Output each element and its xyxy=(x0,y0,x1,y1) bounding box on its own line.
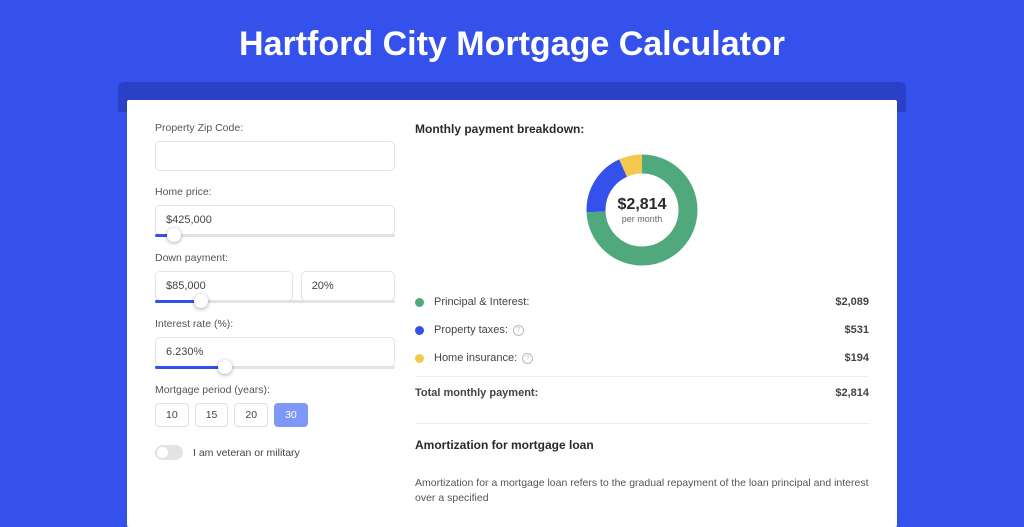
down-payment-group: Down payment: xyxy=(155,252,395,303)
dot-taxes-icon xyxy=(415,326,424,335)
zip-field-group: Property Zip Code: xyxy=(155,122,395,171)
dot-principal-icon xyxy=(415,298,424,307)
interest-rate-group: Interest rate (%): xyxy=(155,318,395,369)
legend-total-value: $2,814 xyxy=(835,387,869,399)
home-price-group: Home price: xyxy=(155,186,395,237)
veteran-toggle-knob xyxy=(157,447,168,458)
legend-taxes-label: Property taxes: ? xyxy=(434,324,845,336)
down-payment-label: Down payment: xyxy=(155,252,395,264)
home-price-slider-thumb[interactable] xyxy=(167,228,181,242)
donut-sub: per month xyxy=(618,214,667,224)
divider xyxy=(415,423,869,424)
dot-insurance-icon xyxy=(415,354,424,363)
donut-chart: $2,814 per month xyxy=(582,150,702,270)
period-btn-15[interactable]: 15 xyxy=(195,403,229,427)
interest-rate-slider[interactable] xyxy=(155,366,395,369)
info-icon[interactable]: ? xyxy=(513,325,524,336)
calculator-panel: Property Zip Code: Home price: Down paym… xyxy=(127,100,897,527)
donut-center: $2,814 per month xyxy=(618,196,667,224)
legend-taxes: Property taxes: ? $531 xyxy=(415,316,869,344)
page-title: Hartford City Mortgage Calculator xyxy=(0,0,1024,82)
period-btn-20[interactable]: 20 xyxy=(234,403,268,427)
legend-total-label: Total monthly payment: xyxy=(415,387,835,399)
amortization-title: Amortization for mortgage loan xyxy=(415,438,869,452)
interest-rate-slider-thumb[interactable] xyxy=(218,360,232,374)
zip-label: Property Zip Code: xyxy=(155,122,395,134)
period-row: 10 15 20 30 xyxy=(155,403,395,427)
form-column: Property Zip Code: Home price: Down paym… xyxy=(155,122,395,505)
home-price-label: Home price: xyxy=(155,186,395,198)
zip-input[interactable] xyxy=(155,141,395,171)
veteran-toggle[interactable] xyxy=(155,445,183,460)
down-payment-slider[interactable] xyxy=(155,300,395,303)
legend-taxes-value: $531 xyxy=(845,324,869,336)
down-payment-slider-thumb[interactable] xyxy=(194,294,208,308)
legend-taxes-text: Property taxes: xyxy=(434,324,508,336)
veteran-label: I am veteran or military xyxy=(193,447,300,459)
period-group: Mortgage period (years): 10 15 20 30 xyxy=(155,384,395,427)
legend-insurance: Home insurance: ? $194 xyxy=(415,344,869,372)
legend-total: Total monthly payment: $2,814 xyxy=(415,376,869,407)
interest-rate-input[interactable] xyxy=(155,337,395,367)
home-price-slider[interactable] xyxy=(155,234,395,237)
down-payment-pct-input[interactable] xyxy=(301,271,395,301)
legend-principal-value: $2,089 xyxy=(835,296,869,308)
period-btn-10[interactable]: 10 xyxy=(155,403,189,427)
info-icon[interactable]: ? xyxy=(522,353,533,364)
breakdown-column: Monthly payment breakdown: $2,814 per mo… xyxy=(415,122,869,505)
legend-insurance-label: Home insurance: ? xyxy=(434,352,845,364)
period-btn-30[interactable]: 30 xyxy=(274,403,308,427)
amortization-text: Amortization for a mortgage loan refers … xyxy=(415,476,869,505)
period-label: Mortgage period (years): xyxy=(155,384,395,396)
down-payment-input[interactable] xyxy=(155,271,293,301)
donut-wrap: $2,814 per month xyxy=(415,150,869,270)
home-price-input[interactable] xyxy=(155,205,395,235)
legend-insurance-text: Home insurance: xyxy=(434,352,517,364)
interest-rate-label: Interest rate (%): xyxy=(155,318,395,330)
breakdown-title: Monthly payment breakdown: xyxy=(415,122,869,136)
legend-insurance-value: $194 xyxy=(845,352,869,364)
legend-principal: Principal & Interest: $2,089 xyxy=(415,288,869,316)
veteran-row: I am veteran or military xyxy=(155,445,395,460)
donut-amount: $2,814 xyxy=(618,196,667,214)
legend-principal-label: Principal & Interest: xyxy=(434,296,835,308)
